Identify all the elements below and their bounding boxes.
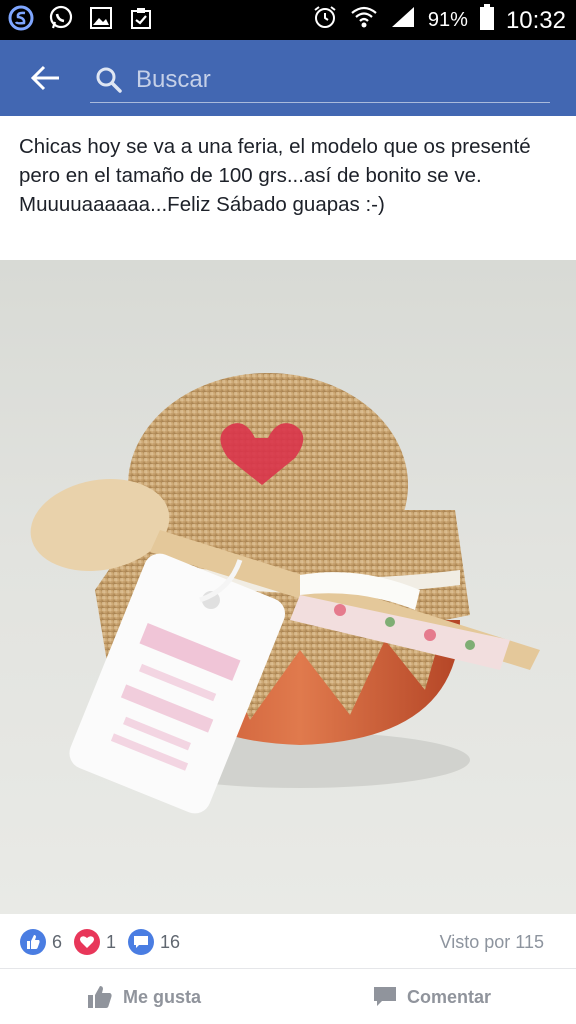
battery-icon (479, 4, 494, 37)
like-reaction[interactable]: 6 (20, 929, 62, 955)
like-button[interactable]: Me gusta (0, 970, 288, 1024)
comment-bubble-icon (373, 987, 396, 1006)
wifi-icon (350, 5, 378, 36)
signal-icon (390, 5, 416, 36)
search-bar[interactable] (90, 58, 550, 103)
battery-percentage: 91% (427, 9, 468, 31)
comment-bubble-icon (128, 929, 155, 955)
love-reaction[interactable]: 1 (74, 929, 116, 955)
view-count[interactable]: Visto por 115 (440, 932, 544, 953)
love-count: 1 (106, 931, 117, 952)
back-button[interactable] (26, 60, 66, 96)
comment-count: 16 (160, 931, 181, 952)
thumbs-up-icon (87, 986, 112, 1008)
gallery-icon (88, 5, 114, 31)
honey-jar-photo (30, 373, 540, 814)
like-button-label: Me gusta (122, 986, 201, 1007)
clipboard-check-icon (128, 5, 154, 31)
post-text-line: Muuuuaaaaaa...Feliz Sábado guapas :-) (19, 193, 385, 216)
heart-icon (74, 929, 101, 955)
app-notification-icon (8, 5, 34, 31)
post-text-line: Chicas hoy se va a una feria, el modelo … (19, 135, 531, 187)
comment-reaction[interactable]: 16 (128, 929, 180, 955)
clock: 10:32 (505, 6, 566, 34)
post-text: Chicas hoy se va a una feria, el modelo … (19, 132, 559, 219)
like-count: 6 (52, 931, 63, 952)
back-arrow-icon (31, 65, 59, 91)
alarm-icon (312, 4, 338, 37)
whatsapp-icon (48, 5, 74, 31)
search-icon (96, 67, 122, 93)
search-input[interactable] (134, 65, 518, 95)
post-photo[interactable] (0, 260, 576, 914)
status-bar: 91% 10:32 (0, 0, 576, 40)
comment-button[interactable]: Comentar (288, 970, 576, 1024)
comment-button-label: Comentar (406, 986, 491, 1007)
thumbs-up-icon (20, 929, 46, 955)
divider (0, 968, 576, 969)
app-bar (0, 40, 576, 116)
action-bar: Me gusta Comentar (0, 970, 576, 1024)
